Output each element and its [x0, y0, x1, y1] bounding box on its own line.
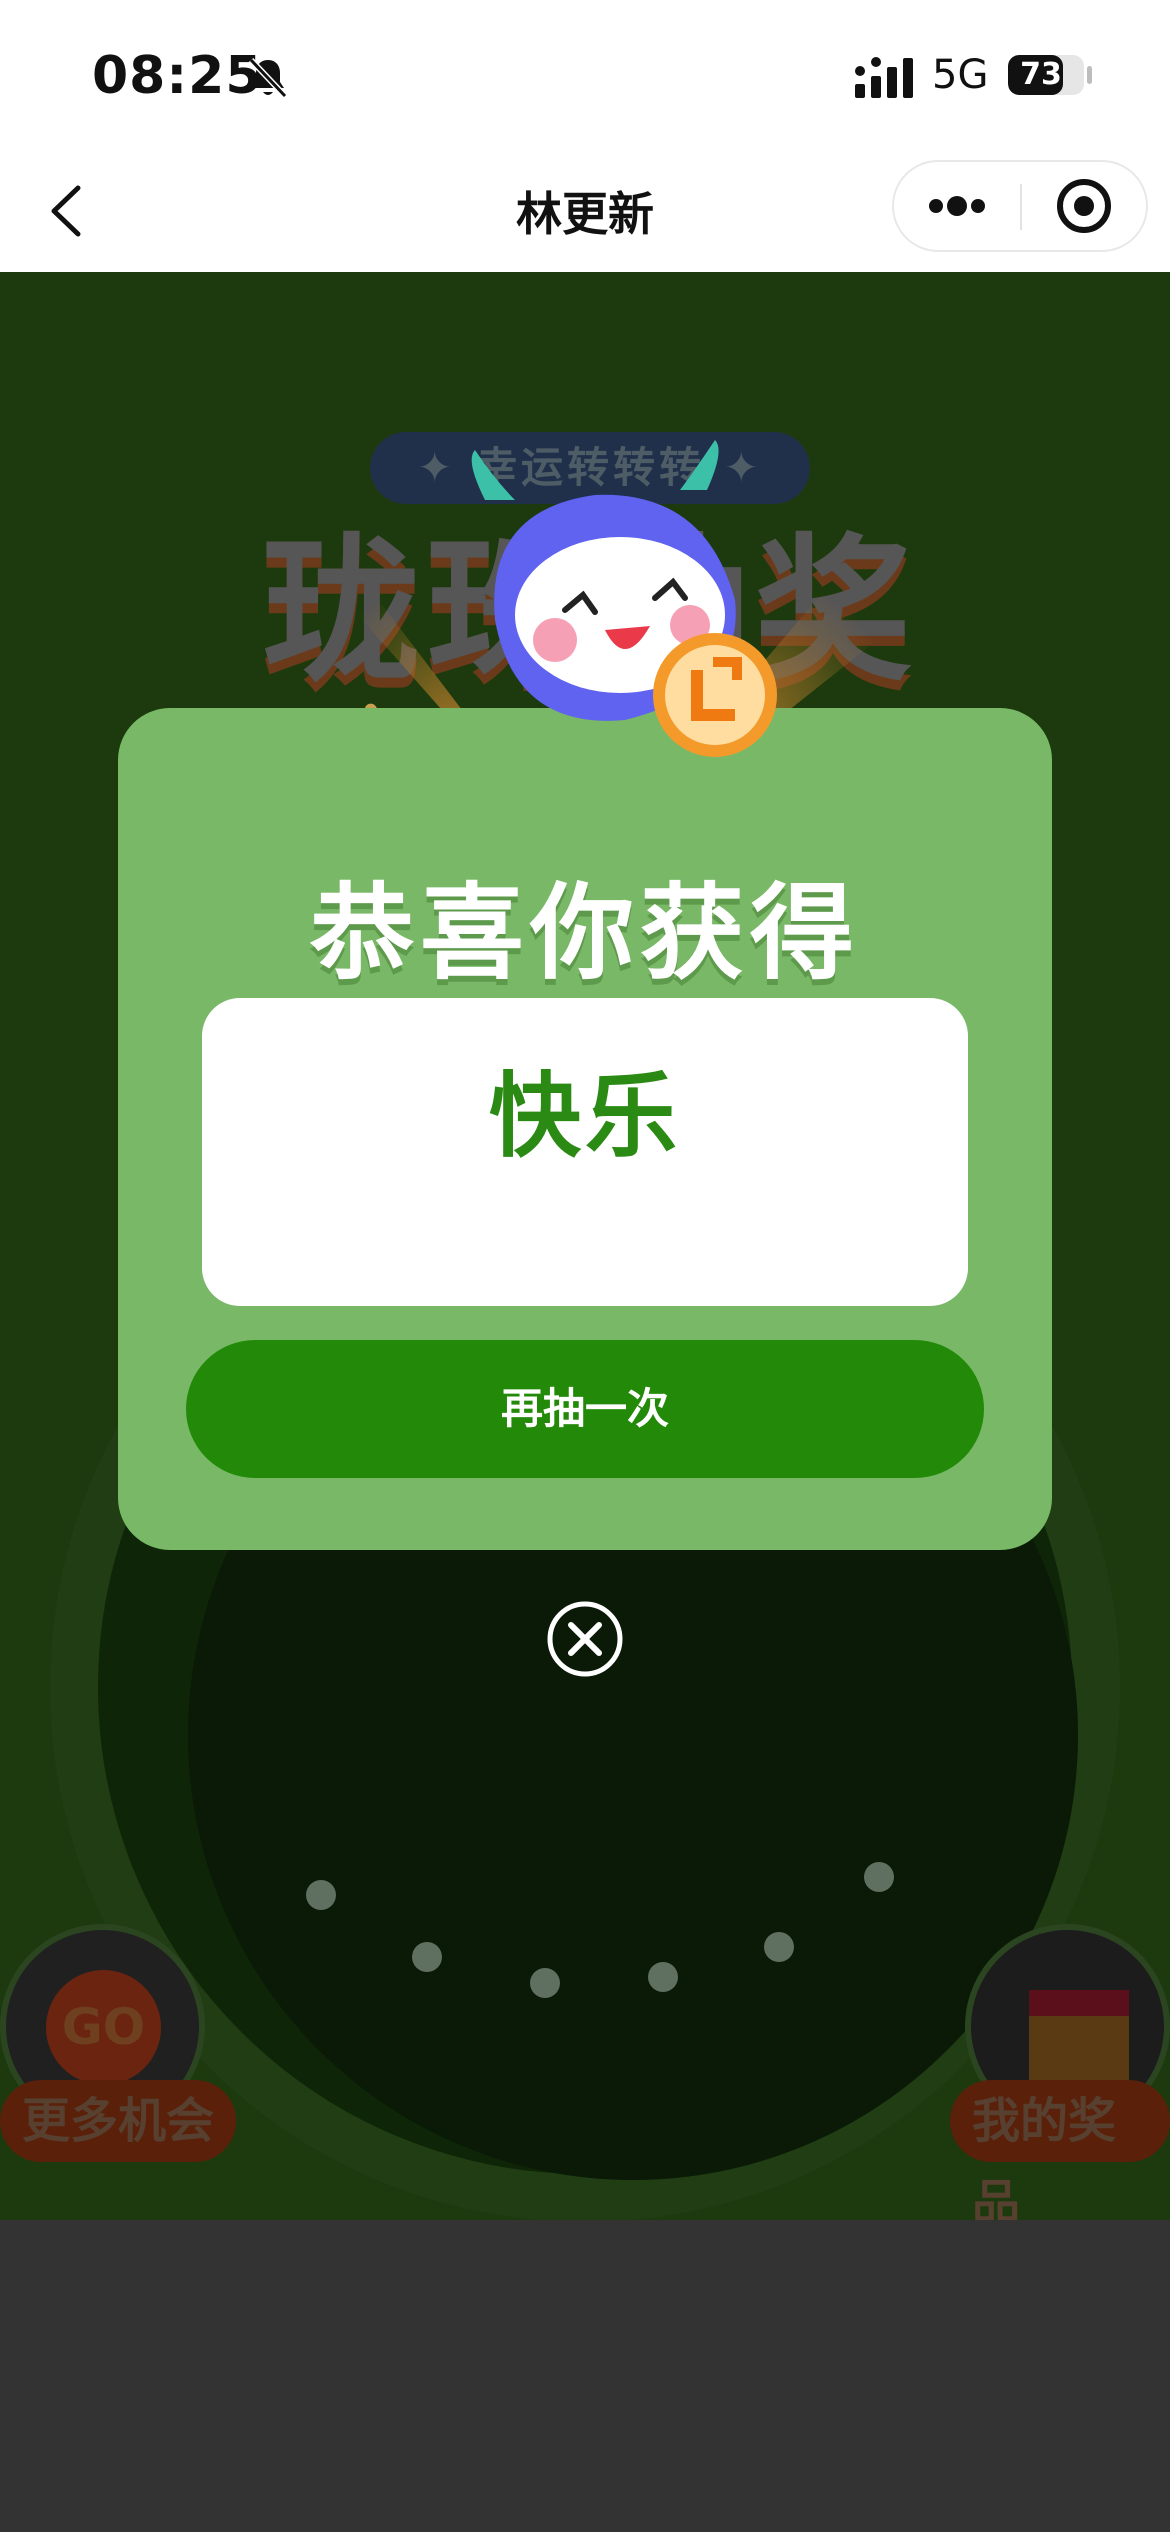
draw-again-button[interactable]: 再抽一次 [186, 1340, 984, 1478]
capsule-divider [1020, 184, 1022, 230]
bottom-area [0, 2220, 1170, 2532]
prize-dialog: 恭喜你获得 快乐 再抽一次 [118, 708, 1052, 1550]
status-time: 08:25 [92, 46, 263, 106]
mascot-icon [471, 440, 777, 757]
close-circle-icon[interactable] [545, 1599, 625, 1679]
bell-muted-icon [248, 57, 288, 99]
target-circle-icon[interactable] [1040, 162, 1128, 250]
nav-bar: 林更新 [0, 150, 1170, 272]
dialog-title: 恭喜你获得 [309, 872, 860, 994]
prize-name: 快乐 [488, 1063, 681, 1170]
prize-card: 快乐 [202, 998, 968, 1306]
network-type: 5G [932, 52, 989, 98]
miniprogram-capsule [892, 160, 1148, 252]
signal-icon [855, 57, 913, 98]
status-bar: 08:25 5G 73 [0, 0, 1170, 150]
more-dots-icon[interactable] [914, 162, 1000, 250]
draw-again-label: 再抽一次 [500, 1384, 669, 1433]
battery-cap [1087, 66, 1092, 84]
battery-level: 73 [1020, 57, 1062, 92]
battery-icon: 73 [1008, 55, 1084, 95]
